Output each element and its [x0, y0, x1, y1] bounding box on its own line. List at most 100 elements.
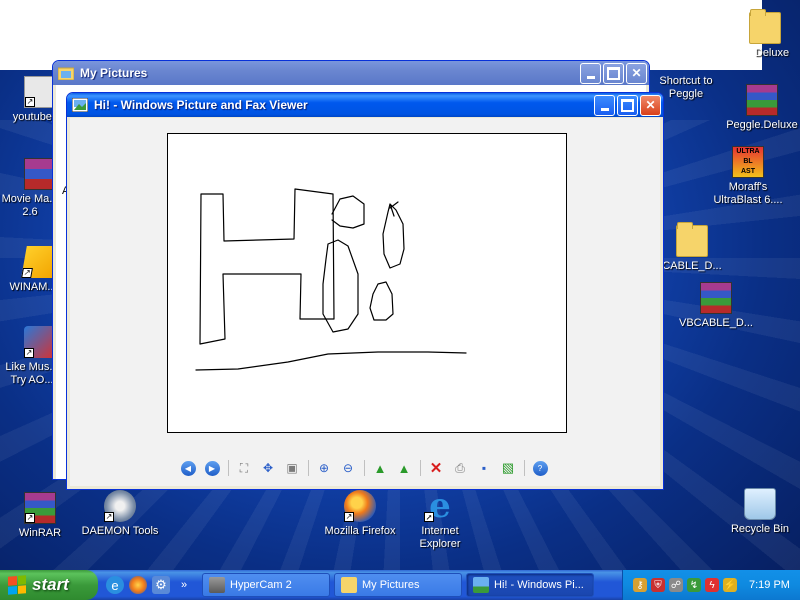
- start-label: start: [32, 575, 69, 594]
- save-icon: ▪: [481, 461, 487, 475]
- maximize-button[interactable]: [617, 94, 638, 116]
- help-button[interactable]: ?: [530, 458, 550, 478]
- tray-network-icon[interactable]: ☍: [669, 578, 683, 592]
- desktop-icon-label: Movie Ma... 2.6: [1, 193, 59, 218]
- desktop-icon-ultrablast[interactable]: ULTRA BL AST Moraff's UltraBlast 6....: [708, 146, 788, 207]
- toolbar-separator: [364, 460, 365, 476]
- drawing-hi-image: [195, 188, 467, 371]
- image-canvas: [167, 133, 567, 433]
- toolbar-separator: [420, 460, 421, 476]
- desktop-icon-label: Deluxe: [754, 47, 790, 59]
- best-fit-button[interactable]: ⛶: [234, 458, 254, 478]
- zoom-out-button[interactable]: ⊖: [338, 458, 358, 478]
- close-icon: ✕: [631, 66, 642, 80]
- actual-size-button[interactable]: ✥: [258, 458, 278, 478]
- task-label: Hi! - Windows Pi...: [494, 579, 584, 591]
- tray-flash-icon[interactable]: ϟ: [705, 578, 719, 592]
- hypercam-icon: [209, 577, 225, 593]
- rotate-counterclockwise-button[interactable]: ▲: [394, 458, 414, 478]
- desktop-icon-label: Recycle Bin: [730, 523, 790, 535]
- toolbar-separator: [228, 460, 229, 476]
- actual-size-icon: ✥: [262, 461, 274, 475]
- desktop-icon-cable-folder[interactable]: CABLE_D...: [652, 222, 732, 273]
- close-icon: ✕: [645, 98, 656, 112]
- taskbar-button-picture-viewer[interactable]: Hi! - Windows Pi...: [466, 573, 594, 597]
- desktop-icon-label: CABLE_D...: [662, 260, 722, 272]
- clock[interactable]: 7:19 PM: [749, 579, 790, 591]
- desktop-icon-deluxe[interactable]: Deluxe: [730, 9, 800, 60]
- folder-icon: [341, 577, 357, 593]
- toolbar-separator: [308, 460, 309, 476]
- zoom-out-icon: ⊖: [342, 461, 354, 475]
- tray-key-icon[interactable]: ⚷: [633, 578, 647, 592]
- best-fit-icon: ⛶: [239, 460, 249, 475]
- picture-viewer-icon: [473, 577, 489, 593]
- minimize-button[interactable]: [580, 62, 601, 84]
- firefox-icon: ↗: [344, 490, 376, 522]
- next-image-icon: ▶: [204, 460, 220, 476]
- taskbar-button-my-pictures[interactable]: My Pictures: [334, 573, 462, 597]
- next-image-button[interactable]: ▶: [202, 458, 222, 478]
- start-button[interactable]: start: [0, 570, 98, 600]
- minimize-button[interactable]: [594, 94, 615, 116]
- windows-logo-icon: [8, 575, 26, 595]
- tray-arrow-icon[interactable]: ↯: [687, 578, 701, 592]
- task-label: HyperCam 2: [230, 579, 292, 591]
- rotate-clockwise-button[interactable]: ▲: [370, 458, 390, 478]
- system-tray: ⚷ ⛨ ☍ ↯ ϟ ⚡ 7:19 PM: [622, 570, 800, 600]
- picture-viewer-icon: [72, 98, 88, 112]
- window-title: My Pictures: [80, 66, 148, 80]
- quick-launch-browser-icon[interactable]: ⚙: [152, 576, 170, 594]
- letter-h-stroke: [199, 188, 335, 345]
- desktop-icon-firefox[interactable]: ↗ Mozilla Firefox: [320, 490, 400, 538]
- slideshow-button[interactable]: ▣: [282, 458, 302, 478]
- desktop-icon-recycle-bin[interactable]: Recycle Bin: [720, 488, 800, 536]
- viewer-body: ◀ ▶ ⛶ ✥ ▣ ⊕ ⊖ ▲ ▲ ✕ ⎙ ▪ ▧ ?: [70, 118, 660, 486]
- winrar-archive-icon: [700, 282, 732, 314]
- title-bar[interactable]: Hi! - Windows Picture and Fax Viewer ✕: [67, 93, 663, 117]
- folder-icon: [749, 9, 781, 44]
- taskbar-button-hypercam[interactable]: HyperCam 2: [202, 573, 330, 597]
- winrar-archive-icon: [746, 84, 778, 116]
- desktop-icon-label: Mozilla Firefox: [324, 525, 396, 537]
- title-bar[interactable]: My Pictures ✕: [53, 61, 649, 85]
- winrar-icon: ↗: [24, 492, 56, 524]
- maximize-button[interactable]: [603, 62, 624, 84]
- recycle-bin-icon: [744, 488, 776, 520]
- quick-launch-firefox-icon[interactable]: [129, 576, 147, 594]
- desktop-icon-internet-explorer[interactable]: e ↗ Internet Explorer: [400, 489, 480, 551]
- underline-stroke: [195, 351, 467, 371]
- tray-shield-icon[interactable]: ⛨: [651, 578, 665, 592]
- picture-viewer-window[interactable]: Hi! - Windows Picture and Fax Viewer ✕ ◀…: [66, 92, 664, 490]
- folder-icon: [676, 222, 708, 257]
- desktop-icon-peggle-deluxe[interactable]: Peggle.Deluxe: [722, 84, 800, 132]
- open-for-editing-icon: ▧: [501, 460, 515, 475]
- quick-launch: e ⚙ »: [106, 576, 202, 594]
- print-button[interactable]: ⎙: [450, 458, 470, 478]
- slideshow-icon: ▣: [286, 461, 298, 475]
- print-icon: ⎙: [455, 460, 465, 475]
- desktop-icon-label: WinRAR: [18, 527, 62, 539]
- tray-lightning-icon[interactable]: ⚡: [723, 578, 737, 592]
- save-button[interactable]: ▪: [474, 458, 494, 478]
- desktop-icon-label: DAEMON Tools: [81, 525, 159, 537]
- zoom-in-button[interactable]: ⊕: [314, 458, 334, 478]
- folder-pictures-icon: [58, 67, 74, 80]
- close-button[interactable]: ✕: [626, 62, 647, 84]
- letter-i-body-stroke: [322, 239, 359, 333]
- desktop-icon-label: Internet Explorer: [419, 525, 461, 550]
- quick-launch-ie-icon[interactable]: e: [106, 576, 124, 594]
- quick-launch-overflow-icon[interactable]: »: [175, 576, 193, 594]
- viewer-toolbar: ◀ ▶ ⛶ ✥ ▣ ⊕ ⊖ ▲ ▲ ✕ ⎙ ▪ ▧ ?: [178, 457, 554, 479]
- delete-button[interactable]: ✕: [426, 458, 446, 478]
- desktop-icon-label: Peggle.Deluxe: [726, 119, 798, 131]
- letter-i-dot-stroke: [331, 195, 365, 229]
- desktop-icon-winrar[interactable]: ↗ WinRAR: [0, 492, 80, 540]
- desktop-icon-daemon-tools[interactable]: ↗ DAEMON Tools: [80, 490, 160, 538]
- previous-image-button[interactable]: ◀: [178, 458, 198, 478]
- desktop-icon-vbcable[interactable]: VBCABLE_D...: [676, 282, 756, 330]
- close-button[interactable]: ✕: [640, 94, 661, 116]
- window-title: Hi! - Windows Picture and Fax Viewer: [94, 98, 308, 112]
- zoom-in-icon: ⊕: [318, 461, 330, 475]
- open-for-editing-button[interactable]: ▧: [498, 458, 518, 478]
